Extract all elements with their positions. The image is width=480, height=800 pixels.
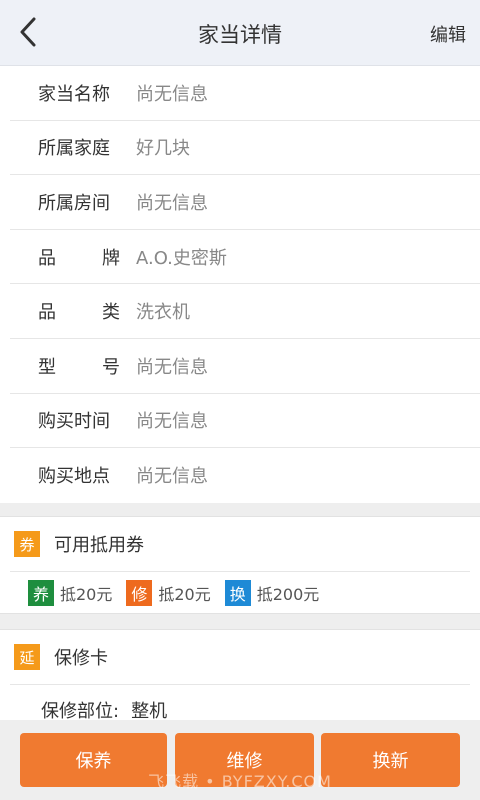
coupon-panel: 券 可用抵用券 养 抵20元 修 抵20元 换 抵200元: [0, 516, 480, 614]
info-value: 尚无信息: [136, 83, 208, 105]
info-value: 尚无信息: [136, 356, 208, 378]
label-char: 类: [102, 302, 120, 324]
info-row-purchase-time: 购买时间 尚无信息: [10, 394, 480, 449]
coupon-list: 养 抵20元 修 抵20元 换 抵200元: [0, 572, 480, 614]
warranty-panel: 延 保修卡 保修部位: 整机: [0, 629, 480, 729]
warranty-header: 延 保修卡: [10, 630, 470, 685]
label-char: 牌: [102, 247, 120, 269]
maintain-badge: 养: [28, 580, 54, 606]
info-row-brand: 品牌 A.O.史密斯: [10, 230, 480, 285]
label-char: 号: [102, 356, 120, 378]
warranty-icon: 延: [14, 644, 40, 670]
info-label: 家当名称: [38, 83, 110, 105]
label-char: 品: [38, 247, 56, 269]
label-char: 品: [38, 302, 56, 324]
coupon-maintain[interactable]: 养 抵20元: [28, 580, 112, 606]
info-row-model: 型号 尚无信息: [10, 339, 480, 394]
info-row-name: 家当名称 尚无信息: [10, 66, 480, 121]
coupon-amount: 抵20元: [60, 585, 113, 604]
watermark: 飞飞载 • BYFZXY.COM: [148, 772, 332, 791]
info-value: 尚无信息: [136, 411, 208, 433]
coupon-repair[interactable]: 修 抵20元: [126, 580, 211, 606]
info-row-family: 所属家庭 好几块: [10, 121, 480, 176]
coupon-replace[interactable]: 换 抵200元: [224, 580, 320, 606]
info-label: 所属房间: [38, 192, 110, 214]
repair-badge: 修: [126, 580, 153, 606]
coupon-amount: 抵200元: [256, 585, 320, 604]
page-title: 家当详情: [198, 23, 282, 47]
item-info-list: 家当名称 尚无信息 所属家庭 好几块 所属房间 尚无信息 品牌 A.O.史密斯 …: [0, 66, 480, 503]
coupon-title: 可用抵用券: [54, 535, 144, 556]
coupon-header: 券 可用抵用券: [10, 517, 470, 572]
info-label: 品类: [38, 298, 120, 324]
nav-bar: 家当详情 编辑: [0, 0, 480, 66]
coupon-amount: 抵20元: [158, 585, 211, 604]
info-label: 型号: [38, 353, 120, 379]
coupon-icon: 券: [14, 531, 40, 557]
replace-badge: 换: [224, 580, 251, 606]
label-char: 型: [38, 356, 56, 378]
info-label: 购买地点: [38, 466, 110, 488]
info-value: 洗衣机: [136, 302, 190, 324]
info-label: 品牌: [38, 244, 120, 270]
info-value: 尚无信息: [136, 192, 208, 214]
warranty-title: 保修卡: [54, 648, 108, 669]
info-row-category: 品类 洗衣机: [10, 284, 480, 339]
edit-button[interactable]: 编辑: [430, 21, 466, 47]
info-label: 购买时间: [38, 411, 110, 433]
info-value: A.O.史密斯: [136, 247, 227, 269]
info-value: 尚无信息: [136, 466, 208, 488]
bottom-action-bar: 保养 维修 换新 飞飞载 • BYFZXY.COM: [0, 720, 480, 800]
info-value: 好几块: [136, 138, 190, 160]
info-row-purchase-place: 购买地点 尚无信息: [10, 448, 480, 503]
info-label: 所属家庭: [38, 138, 110, 160]
info-row-room: 所属房间 尚无信息: [10, 175, 480, 230]
